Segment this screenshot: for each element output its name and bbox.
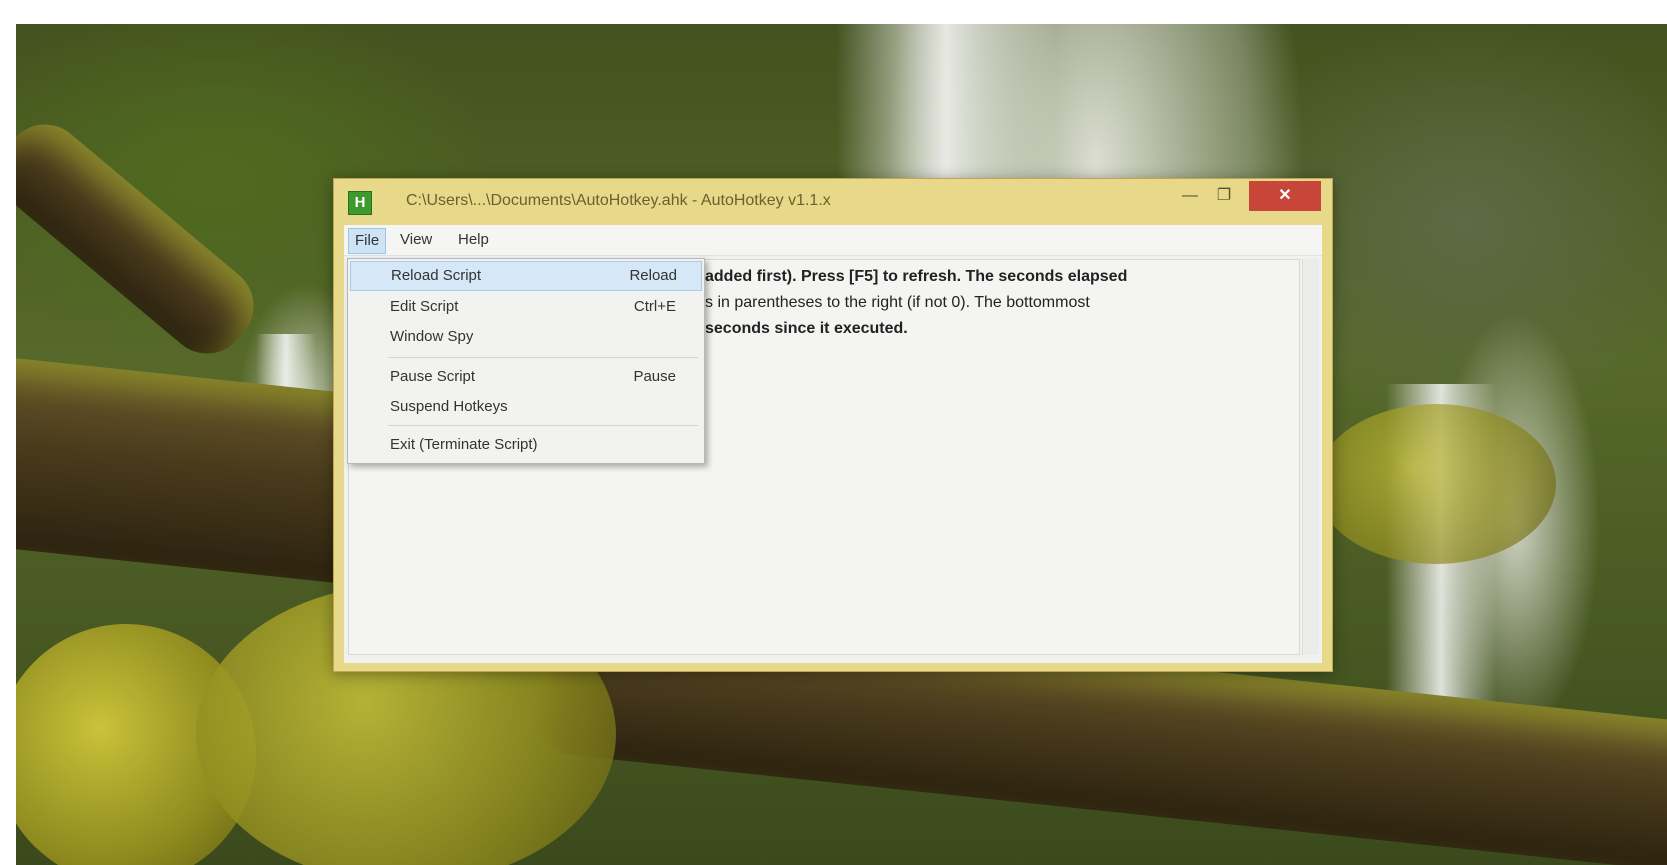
title-bar[interactable]: H C:\Users\...\Documents\AutoHotkey.ahk … [334, 179, 1332, 225]
file-menu-dropdown: Reload Script Reload Edit Script Ctrl+E … [347, 258, 705, 464]
menu-bar: File View Help [344, 225, 1322, 256]
vertical-scrollbar[interactable] [1302, 259, 1319, 655]
menu-item-exit[interactable]: Exit (Terminate Script) [350, 431, 700, 459]
menu-item-label: Reload Script [391, 267, 482, 284]
menu-item-label: Window Spy [390, 328, 474, 345]
menu-item-reload-script[interactable]: Reload Script Reload [350, 261, 702, 291]
moss-decoration [1316, 404, 1556, 564]
menu-item-shortcut: Pause [633, 368, 676, 385]
menu-item-shortcut: Ctrl+E [633, 298, 676, 315]
menu-item-window-spy[interactable]: Window Spy [350, 323, 700, 351]
menu-item-label: Exit (Terminate Script) [390, 436, 538, 453]
minimize-button[interactable]: — [1176, 181, 1204, 211]
menu-item-label: Suspend Hotkeys [390, 398, 508, 415]
menu-item-shortcut: Reload [629, 267, 677, 284]
menu-separator [388, 357, 698, 358]
menu-item-label: Edit Script [390, 298, 459, 315]
menu-separator [388, 425, 698, 426]
menu-view[interactable]: View [394, 228, 438, 252]
maximize-button[interactable]: ❐ [1210, 181, 1238, 211]
menu-item-edit-script[interactable]: Edit Script Ctrl+E [350, 293, 700, 321]
menu-item-label: Pause Script [390, 368, 476, 385]
autohotkey-icon: H [348, 191, 372, 215]
menu-file[interactable]: File [348, 228, 387, 254]
text-line-3: seconds since it executed. [705, 320, 908, 337]
menu-help[interactable]: Help [452, 228, 495, 252]
menu-item-suspend-hotkeys[interactable]: Suspend Hotkeys [350, 393, 700, 421]
menu-item-pause-script[interactable]: Pause Script Pause [350, 363, 700, 391]
window-title: C:\Users\...\Documents\AutoHotkey.ahk - … [406, 192, 831, 209]
text-line-1: added first). Press [F5] to refresh. The… [705, 268, 1128, 285]
log-decoration [16, 108, 270, 370]
close-button[interactable]: ✕ [1249, 181, 1321, 211]
